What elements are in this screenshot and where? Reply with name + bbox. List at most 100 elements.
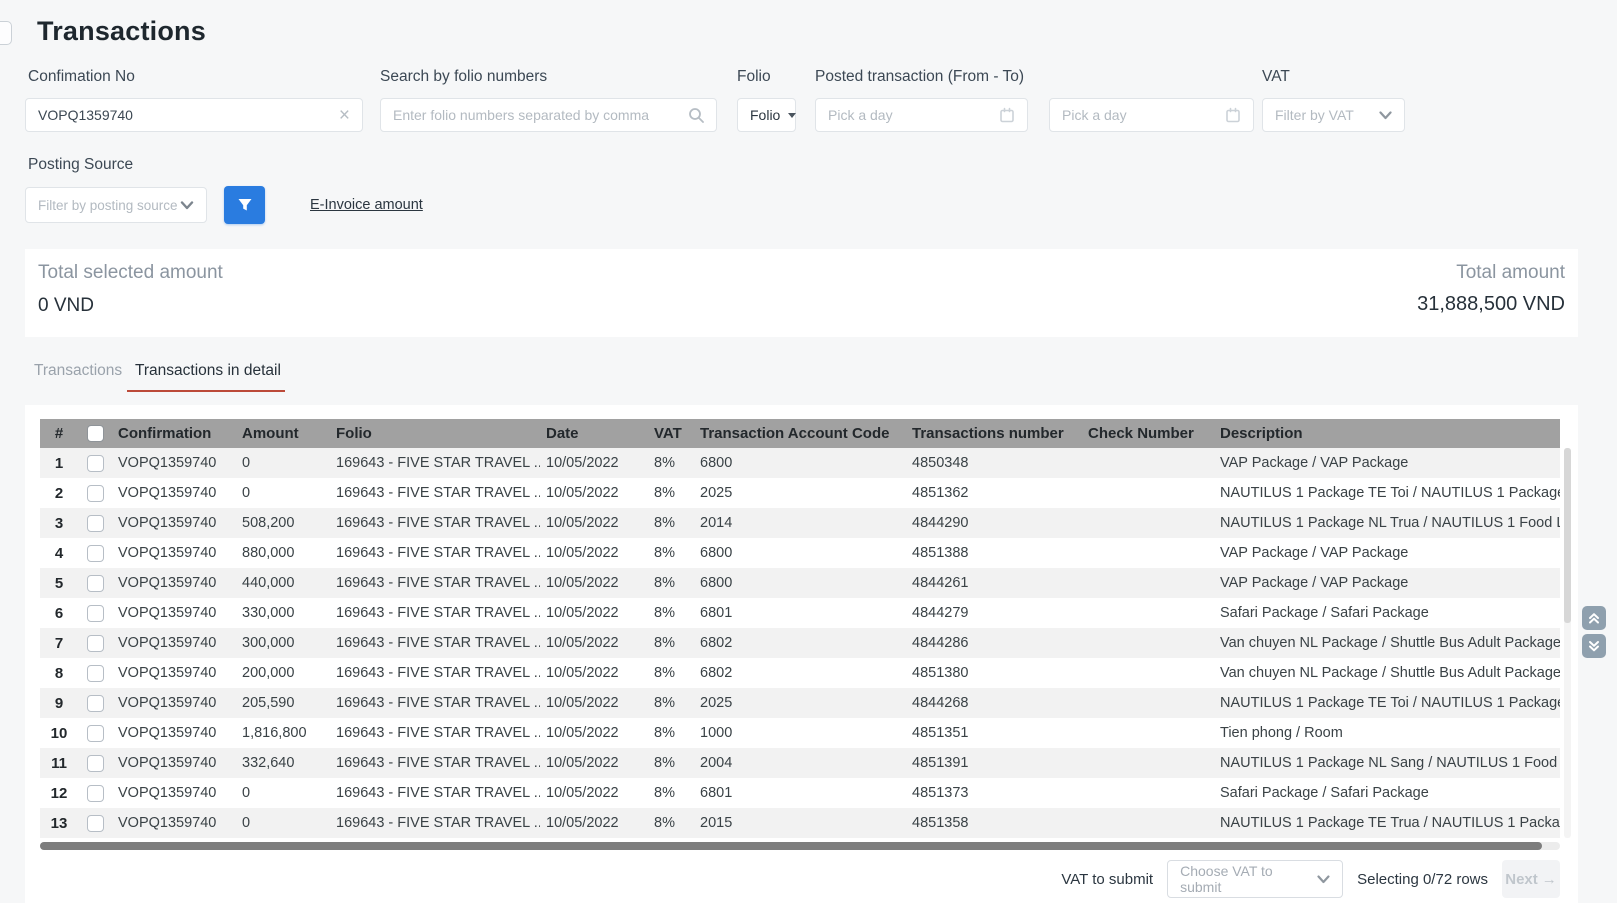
- cell-vat: 8%: [648, 725, 694, 741]
- posted-from-datepicker[interactable]: Pick a day: [815, 98, 1028, 132]
- cell-amount: 0: [236, 815, 330, 831]
- column-header-account-code: Transaction Account Code: [694, 425, 906, 442]
- cell-folio: 169643 - FIVE STAR TRAVEL ...: [330, 515, 540, 531]
- cell-vat: 8%: [648, 455, 694, 471]
- cell-vat: 8%: [648, 665, 694, 681]
- table-row: 9 VOPQ1359740 205,590 169643 - FIVE STAR…: [40, 688, 1560, 718]
- row-checkbox[interactable]: [87, 725, 104, 742]
- calendar-icon: [1225, 107, 1241, 123]
- cell-vat: 8%: [648, 695, 694, 711]
- folio-label: Folio: [737, 68, 771, 86]
- table-row: 4 VOPQ1359740 880,000 169643 - FIVE STAR…: [40, 538, 1560, 568]
- tab-transactions[interactable]: Transactions: [34, 362, 122, 380]
- row-checkbox[interactable]: [87, 545, 104, 562]
- table-row: 13 VOPQ1359740 0 169643 - FIVE STAR TRAV…: [40, 808, 1560, 838]
- cell-folio: 169643 - FIVE STAR TRAVEL ...: [330, 605, 540, 621]
- cell-date: 10/05/2022: [540, 695, 648, 711]
- scroll-to-top-button[interactable]: [1582, 606, 1606, 630]
- cell-folio: 169643 - FIVE STAR TRAVEL ...: [330, 815, 540, 831]
- row-checkbox[interactable]: [87, 665, 104, 682]
- row-checkbox[interactable]: [87, 575, 104, 592]
- calendar-icon: [999, 107, 1015, 123]
- row-checkbox[interactable]: [87, 635, 104, 652]
- cell-folio: 169643 - FIVE STAR TRAVEL ...: [330, 575, 540, 591]
- cell-vat: 8%: [648, 755, 694, 771]
- row-checkbox[interactable]: [87, 815, 104, 832]
- cell-confirmation: VOPQ1359740: [112, 815, 236, 831]
- cell-confirmation: VOPQ1359740: [112, 665, 236, 681]
- cell-amount: 440,000: [236, 575, 330, 591]
- cell-folio: 169643 - FIVE STAR TRAVEL ...: [330, 545, 540, 561]
- cell-amount: 508,200: [236, 515, 330, 531]
- chevron-down-icon: [1379, 111, 1392, 120]
- confirmation-value: VOPQ1359740: [38, 107, 133, 123]
- row-index: 9: [40, 695, 78, 712]
- double-chevron-down-icon: [1587, 639, 1601, 653]
- cell-description: NAUTILUS 1 Package NL Sang / NAUTILUS 1 …: [1214, 755, 1560, 771]
- cell-txn-number: 4851351: [906, 725, 1082, 741]
- row-checkbox[interactable]: [87, 455, 104, 472]
- row-checkbox[interactable]: [87, 755, 104, 772]
- posting-source-label: Posting Source: [28, 156, 133, 174]
- row-checkbox[interactable]: [87, 785, 104, 802]
- table-row: 1 VOPQ1359740 0 169643 - FIVE STAR TRAVE…: [40, 448, 1560, 478]
- row-index: 4: [40, 545, 78, 562]
- cell-folio: 169643 - FIVE STAR TRAVEL ...: [330, 785, 540, 801]
- row-checkbox[interactable]: [87, 605, 104, 622]
- table-row: 7 VOPQ1359740 300,000 169643 - FIVE STAR…: [40, 628, 1560, 658]
- cell-txn-number: 4844290: [906, 515, 1082, 531]
- cell-confirmation: VOPQ1359740: [112, 545, 236, 561]
- confirmation-input[interactable]: VOPQ1359740 ×: [25, 98, 363, 132]
- cell-date: 10/05/2022: [540, 455, 648, 471]
- row-index: 6: [40, 605, 78, 622]
- vat-filter-dropdown[interactable]: Filter by VAT: [1262, 98, 1405, 132]
- cell-amount: 200,000: [236, 665, 330, 681]
- folio-dropdown-button[interactable]: Folio: [737, 98, 796, 132]
- total-selected-label: Total selected amount: [38, 262, 223, 284]
- row-checkbox[interactable]: [87, 695, 104, 712]
- vat-to-submit-placeholder: Choose VAT to submit: [1180, 863, 1317, 895]
- row-index: 7: [40, 635, 78, 652]
- vat-to-submit-dropdown[interactable]: Choose VAT to submit: [1167, 860, 1343, 898]
- cell-date: 10/05/2022: [540, 575, 648, 591]
- confirmation-label: Confimation No: [28, 68, 135, 86]
- cell-txn-number: 4851388: [906, 545, 1082, 561]
- cell-txn-number: 4844268: [906, 695, 1082, 711]
- row-checkbox[interactable]: [87, 515, 104, 532]
- cell-folio: 169643 - FIVE STAR TRAVEL ...: [330, 695, 540, 711]
- apply-filter-button[interactable]: [224, 186, 265, 224]
- partial-edge-element[interactable]: [0, 21, 12, 45]
- folio-dropdown-label: Folio: [750, 107, 780, 123]
- cell-folio: 169643 - FIVE STAR TRAVEL ...: [330, 755, 540, 771]
- column-header-description: Description: [1214, 425, 1560, 442]
- next-button[interactable]: Next →: [1502, 860, 1560, 898]
- cell-description: VAP Package / VAP Package: [1214, 575, 1560, 591]
- posted-to-datepicker[interactable]: Pick a day: [1049, 98, 1254, 132]
- cell-vat: 8%: [648, 575, 694, 591]
- horizontal-scrollbar-track[interactable]: [40, 842, 1560, 850]
- tab-transactions-in-detail[interactable]: Transactions in detail: [135, 362, 281, 380]
- funnel-icon: [237, 197, 253, 213]
- einvoice-amount-link[interactable]: E-Invoice amount: [310, 197, 423, 213]
- scroll-to-bottom-button[interactable]: [1582, 634, 1606, 658]
- column-header-index: #: [40, 425, 78, 442]
- clear-icon[interactable]: ×: [339, 106, 350, 125]
- cell-date: 10/05/2022: [540, 815, 648, 831]
- cell-confirmation: VOPQ1359740: [112, 635, 236, 651]
- vertical-scrollbar-track[interactable]: [1564, 448, 1571, 838]
- cell-confirmation: VOPQ1359740: [112, 605, 236, 621]
- cell-account-code: 6801: [694, 785, 906, 801]
- cell-vat: 8%: [648, 635, 694, 651]
- horizontal-scrollbar-thumb[interactable]: [40, 842, 1542, 850]
- active-tab-underline: [127, 390, 285, 392]
- folio-search-input[interactable]: Enter folio numbers separated by comma: [380, 98, 717, 132]
- row-checkbox[interactable]: [87, 485, 104, 502]
- posting-source-dropdown[interactable]: Filter by posting source: [25, 187, 207, 223]
- cell-folio: 169643 - FIVE STAR TRAVEL ...: [330, 485, 540, 501]
- vertical-scrollbar-thumb[interactable]: [1564, 448, 1571, 623]
- cell-confirmation: VOPQ1359740: [112, 785, 236, 801]
- cell-confirmation: VOPQ1359740: [112, 485, 236, 501]
- row-index: 3: [40, 515, 78, 532]
- select-all-checkbox[interactable]: [87, 425, 104, 442]
- cell-date: 10/05/2022: [540, 785, 648, 801]
